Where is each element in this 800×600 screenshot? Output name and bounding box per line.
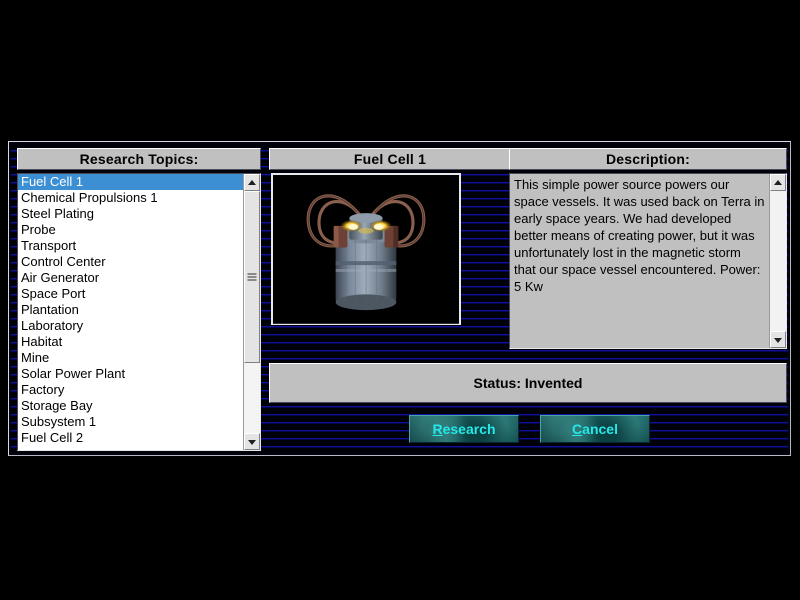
description-text: This simple power source powers our spac… [510, 174, 769, 348]
description-header-label: Description: [509, 148, 787, 170]
cancel-button-label: ancel [582, 421, 618, 437]
topics-listbox[interactable]: Fuel Cell 1 Chemical Propulsions 1 Steel P… [17, 173, 261, 451]
topic-list-item[interactable]: Probe [18, 222, 243, 238]
research-button-label: esearch [442, 421, 496, 437]
topics-scrollbar[interactable] [243, 174, 260, 450]
scroll-up-arrow-icon[interactable] [770, 174, 786, 191]
status-panel: Status: Invented [269, 363, 787, 403]
description-scrollbar[interactable] [769, 174, 786, 348]
fuel-cell-render-icon [273, 175, 459, 324]
dialog-content: Research Topics: Fuel Cell 1 Chemical Pro… [11, 144, 788, 453]
scroll-up-arrow-icon[interactable] [244, 174, 260, 191]
topic-list-item[interactable]: Chemical Propulsions 1 [18, 190, 243, 206]
topic-list-item[interactable]: Mine [18, 350, 243, 366]
topic-list-item[interactable]: Factory [18, 382, 243, 398]
topics-list[interactable]: Fuel Cell 1 Chemical Propulsions 1 Steel P… [18, 174, 243, 450]
topic-list-item[interactable]: Habitat [18, 334, 243, 350]
description-box[interactable]: This simple power source powers our spac… [509, 173, 787, 349]
topic-list-item[interactable]: Subsystem 1 [18, 414, 243, 430]
preview-image-frame [271, 173, 461, 325]
topic-list-item[interactable]: Fuel Cell 2 [18, 430, 243, 446]
research-button[interactable]: Research [409, 415, 519, 443]
topic-list-item[interactable]: Laboratory [18, 318, 243, 334]
scroll-grip-icon [247, 273, 257, 281]
topic-list-item[interactable]: Solar Power Plant [18, 366, 243, 382]
description-scroll-track[interactable] [770, 191, 786, 331]
topic-list-item[interactable]: Space Port [18, 286, 243, 302]
topic-list-item[interactable]: Air Generator [18, 270, 243, 286]
topic-list-item[interactable]: Transport [18, 238, 243, 254]
cancel-accel-letter: C [572, 421, 583, 437]
research-dialog: Research Topics: Fuel Cell 1 Chemical Pro… [8, 141, 791, 456]
topics-header-label: Research Topics: [17, 148, 261, 170]
topic-list-item[interactable]: Storage Bay [18, 398, 243, 414]
topics-scroll-thumb[interactable] [244, 191, 260, 363]
topic-list-item[interactable]: Fuel Cell 1 [18, 174, 243, 190]
preview-title-label: Fuel Cell 1 [269, 148, 511, 170]
screen: Research Topics: Fuel Cell 1 Chemical Pro… [0, 0, 800, 600]
topic-list-item[interactable]: Plantation [18, 302, 243, 318]
topic-list-item[interactable]: Control Center [18, 254, 243, 270]
research-accel-letter: R [432, 421, 443, 437]
topics-scroll-track[interactable] [244, 191, 260, 433]
topic-list-item[interactable]: Steel Plating [18, 206, 243, 222]
scroll-down-arrow-icon[interactable] [770, 331, 786, 348]
cancel-button[interactable]: Cancel [540, 415, 650, 443]
scroll-down-arrow-icon[interactable] [244, 433, 260, 450]
